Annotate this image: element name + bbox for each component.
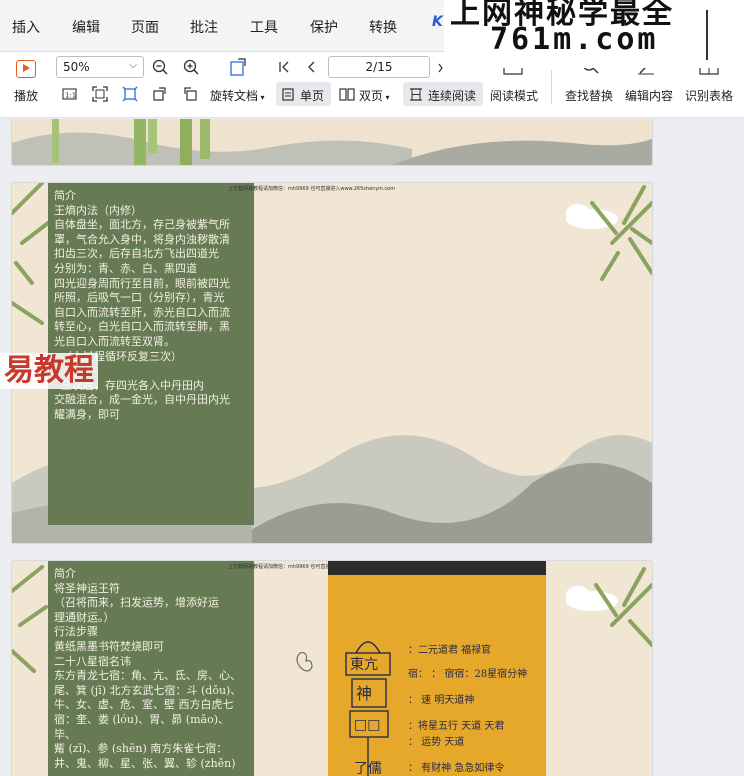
chevron-down-icon: ⌵ <box>129 60 137 71</box>
fit-width-icon[interactable] <box>122 86 138 102</box>
menu-edit[interactable]: 编辑 <box>72 17 100 37</box>
first-page-icon[interactable] <box>277 59 291 75</box>
dropdown-arrow-icon: ▾ <box>258 93 265 102</box>
page-number-input[interactable]: 2/15 <box>328 56 430 78</box>
page-2: 简介 王熵内法（内修） 自体盘坐，面北方，存己身被紫气所 罩，气合允入身中，将身… <box>12 183 652 543</box>
rotate-right-icon[interactable] <box>182 86 198 102</box>
photo-text-line: ：将星五行 天道 天君 <box>408 721 505 732</box>
rotate-left-icon[interactable] <box>152 86 168 102</box>
single-page-label: 单页 <box>300 89 325 103</box>
page-3: 简介 将圣神运王符 （召将而来，扫发运势，增添好运 理通财运。） 行法步骤 黄纸… <box>12 561 652 776</box>
watermark-url: 761m.com <box>490 22 659 57</box>
photo-text-line: ：二元道君 福禄官 <box>408 645 492 656</box>
dropdown-arrow-icon: ▾ <box>383 93 390 102</box>
photo-text-line: ： 有财神 急急如律令 <box>408 763 505 774</box>
menu-tools[interactable]: 工具 <box>250 17 278 37</box>
recognize-table-button[interactable]: 识别表格 <box>685 87 733 104</box>
svg-text:了儒: 了儒 <box>354 761 382 776</box>
zoom-select[interactable]: 50% ⌵ <box>56 56 144 78</box>
zoom-out-icon[interactable] <box>152 59 170 77</box>
photo-text-line: 宿： ： 宿宿：28星宿分神 <box>408 669 528 680</box>
continuous-read-label: 连续阅读 <box>428 89 477 103</box>
reading-mode-button[interactable]: 阅读模式 <box>490 87 538 104</box>
overlay-watermark-text: 易教程 <box>0 353 98 389</box>
single-page-icon <box>282 88 294 101</box>
svg-text:1:1: 1:1 <box>65 92 76 100</box>
talisman-photo: 東亢 神 □□ 了儒 ：二元道君 福禄官 宿： ： 宿宿：28星宿分神 ： 速 … <box>328 561 546 776</box>
actual-size-icon[interactable]: 1:1 <box>62 87 78 101</box>
menu-page[interactable]: 页面 <box>131 17 159 37</box>
find-replace-button[interactable]: 查找替换 <box>565 87 613 104</box>
previous-page-icon[interactable] <box>305 59 317 75</box>
page-1-fragment <box>12 119 652 165</box>
toolbar-divider <box>551 70 552 104</box>
page-3-text-panel: 简介 将圣神运王符 （召将而来，扫发运势，增添好运 理通财运。） 行法步骤 黄纸… <box>48 561 254 776</box>
photo-text-line: ： 运势 天道 <box>408 737 465 748</box>
menu-k-partial[interactable]: K <box>432 14 443 30</box>
play-label[interactable]: 播放 <box>14 87 38 104</box>
menu-protect[interactable]: 保护 <box>310 17 338 37</box>
zoom-value: 50% <box>63 60 90 74</box>
svg-text:東亢: 東亢 <box>350 656 378 673</box>
rotate-document-button[interactable]: 旋转文档 ▾ <box>210 87 265 104</box>
zoom-in-icon[interactable] <box>183 59 201 77</box>
photo-text-line: ： 速 明天道神 <box>408 695 475 706</box>
fit-page-icon[interactable] <box>92 86 108 102</box>
double-page-button[interactable]: 双页 ▾ <box>359 87 390 104</box>
page-2-header: 上万套网易教程请加微信：mh9969 也可直接进入www.265shenyin.… <box>228 186 396 192</box>
play-icon[interactable] <box>16 60 36 78</box>
page-1-background-art <box>12 119 652 165</box>
menu-annotate[interactable]: 批注 <box>190 17 218 37</box>
watermark-divider <box>706 10 708 60</box>
svg-text:神: 神 <box>356 684 372 703</box>
continuous-read-icon <box>410 88 422 101</box>
edit-content-button[interactable]: 编辑内容 <box>625 87 673 104</box>
svg-text:□□: □□ <box>354 717 380 733</box>
rotate-document-label: 旋转文档 <box>210 89 259 103</box>
menu-insert[interactable]: 插入 <box>12 17 40 37</box>
double-page-icon[interactable] <box>339 88 355 101</box>
rotate-page-icon[interactable] <box>228 56 250 78</box>
menu-convert[interactable]: 转换 <box>369 17 397 37</box>
document-viewport[interactable]: 简介 王熵内法（内修） 自体盘坐，面北方，存己身被紫气所 罩，气合允入身中，将身… <box>0 119 744 776</box>
double-page-label: 双页 <box>359 89 384 103</box>
